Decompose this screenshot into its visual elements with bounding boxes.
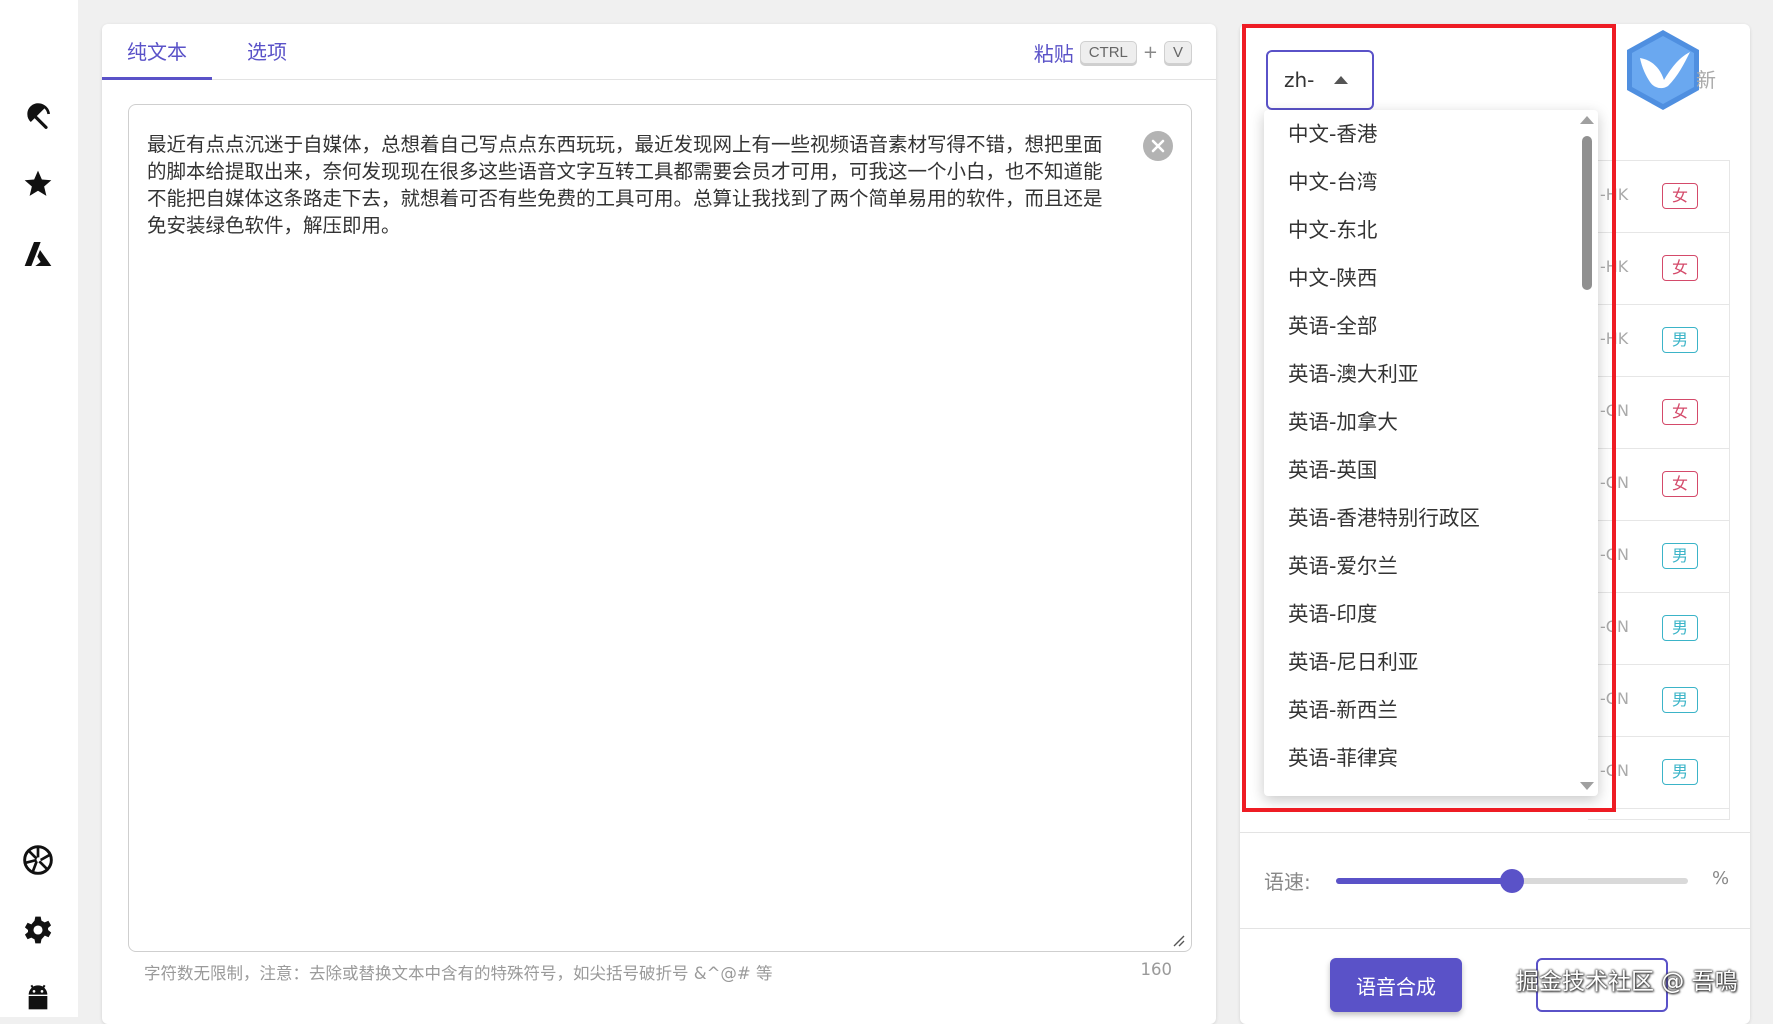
voice-row[interactable]: -CN 男 (1588, 665, 1730, 737)
slider-thumb[interactable] (1500, 869, 1524, 893)
gender-badge: 男 (1662, 759, 1698, 785)
dropdown-option[interactable]: 中文-东北 (1288, 214, 1377, 246)
dropdown-option[interactable]: 英语-尼日利亚 (1288, 646, 1418, 678)
bird-logo-icon (1627, 30, 1699, 110)
paste-label: 粘贴 (1033, 41, 1074, 66)
plus-sign: + (1142, 41, 1158, 63)
ctrl-key: CTRL (1079, 40, 1137, 64)
text-input[interactable]: 最近有点点沉迷于自媒体，总想着自己写点点东西玩玩，最近发现网上有一些视频语音素材… (128, 104, 1192, 952)
azure-icon[interactable] (20, 236, 56, 272)
speed-label: 语速: (1264, 870, 1311, 894)
voice-code: -HK (1600, 329, 1629, 348)
gender-badge: 女 (1662, 255, 1698, 281)
input-hint: 字符数无限制，注意：去除或替换文本中含有的特殊符号，如尖括号破折号 &^@# 等 (144, 964, 773, 983)
synthesize-button[interactable]: 语音合成 (1330, 958, 1462, 1012)
voice-row[interactable]: -CN 男 (1588, 593, 1730, 665)
star-icon[interactable] (20, 166, 56, 202)
voice-code: -CN (1600, 545, 1629, 564)
language-select-value: zh- (1284, 68, 1315, 92)
close-icon (1151, 139, 1165, 153)
resize-handle-icon[interactable] (1171, 933, 1185, 947)
watermark: 掘金技术社区 @ 吾鳴 (1516, 969, 1738, 995)
voice-code: -CN (1600, 401, 1629, 420)
dropdown-option[interactable]: 英语-澳大利亚 (1288, 358, 1418, 390)
voice-code: -CN (1600, 761, 1629, 780)
voice-list: -HK 女 -HK 女 -HK 男 -CN 女 -CN 女 -CN 男 -CN … (1588, 160, 1730, 820)
voice-code: -HK (1600, 257, 1629, 276)
dropdown-option[interactable]: 中文-台湾 (1288, 166, 1377, 198)
divider (1240, 832, 1750, 833)
voice-code: -HK (1600, 185, 1629, 204)
text-card: 纯文本 选项 粘贴 CTRL + V 最近有点点沉迷于自媒体，总想着自己写点点东… (102, 24, 1216, 1024)
dropdown-option[interactable]: 英语-印度 (1288, 598, 1377, 630)
voice-row[interactable]: -CN 女 (1588, 377, 1730, 449)
voice-row[interactable]: -HK 女 (1588, 161, 1730, 233)
scroll-down-icon[interactable] (1580, 782, 1594, 790)
dropdown-option[interactable]: 英语-香港特别行政区 (1288, 502, 1480, 534)
language-dropdown: 中文-香港 中文-台湾 中文-东北 中文-陕西 英语-全部 英语-澳大利亚 英语… (1264, 110, 1598, 796)
gender-badge: 女 (1662, 399, 1698, 425)
divider (1240, 928, 1750, 929)
char-count: 160 (1140, 960, 1173, 979)
paste-shortcut[interactable]: 粘贴 CTRL + V (1034, 38, 1192, 66)
voice-row[interactable]: -HK 男 (1588, 305, 1730, 377)
voice-row[interactable]: -CN 男 (1588, 521, 1730, 593)
scroll-up-icon[interactable] (1580, 116, 1594, 124)
dropdown-option[interactable]: 英语-爱尔兰 (1288, 550, 1398, 582)
sidebar (0, 0, 78, 1017)
dropdown-option[interactable]: 中文-香港 (1288, 118, 1377, 150)
tab-plain-text[interactable]: 纯文本 (102, 24, 212, 80)
tab-options[interactable]: 选项 (212, 24, 322, 80)
dropdown-option[interactable]: 英语-全部 (1288, 310, 1377, 342)
input-text: 最近有点点沉迷于自媒体，总想着自己写点点东西玩玩，最近发现网上有一些视频语音素材… (147, 133, 1103, 237)
dropdown-option[interactable]: 英语-英国 (1288, 454, 1377, 486)
umbrella-icon[interactable] (20, 96, 56, 132)
dropdown-option[interactable]: 英语-菲律宾 (1288, 742, 1398, 774)
android-icon[interactable] (20, 978, 56, 1014)
tab-bar: 纯文本 选项 粘贴 CTRL + V (102, 24, 1216, 80)
gender-badge: 男 (1662, 615, 1698, 641)
gear-icon[interactable] (20, 912, 56, 948)
gender-badge: 男 (1662, 543, 1698, 569)
voice-row[interactable]: -HK 女 (1588, 233, 1730, 305)
voice-row[interactable]: -CN 男 (1588, 737, 1730, 809)
chevron-up-icon (1334, 76, 1348, 84)
speed-unit: % (1712, 868, 1730, 889)
partial-header-text: 新 (1696, 68, 1716, 92)
aperture-icon[interactable] (20, 842, 56, 878)
gender-badge: 男 (1662, 687, 1698, 713)
voice-row[interactable]: -CN 女 (1588, 449, 1730, 521)
gender-badge: 男 (1662, 327, 1698, 353)
slider-fill (1336, 878, 1512, 884)
dropdown-option[interactable]: 英语-加拿大 (1288, 406, 1398, 438)
v-key: V (1163, 40, 1192, 64)
gender-badge: 女 (1662, 183, 1698, 209)
dropdown-option[interactable]: 中文-陕西 (1288, 262, 1377, 294)
speed-slider[interactable] (1336, 869, 1688, 893)
dropdown-option[interactable]: 英语-新西兰 (1288, 694, 1398, 726)
clear-text-button[interactable] (1143, 131, 1173, 161)
voice-code: -CN (1600, 689, 1629, 708)
voice-code: -CN (1600, 473, 1629, 492)
gender-badge: 女 (1662, 471, 1698, 497)
dropdown-scrollbar[interactable] (1582, 136, 1592, 290)
voice-code: -CN (1600, 617, 1629, 636)
language-select[interactable]: zh- (1266, 50, 1374, 110)
